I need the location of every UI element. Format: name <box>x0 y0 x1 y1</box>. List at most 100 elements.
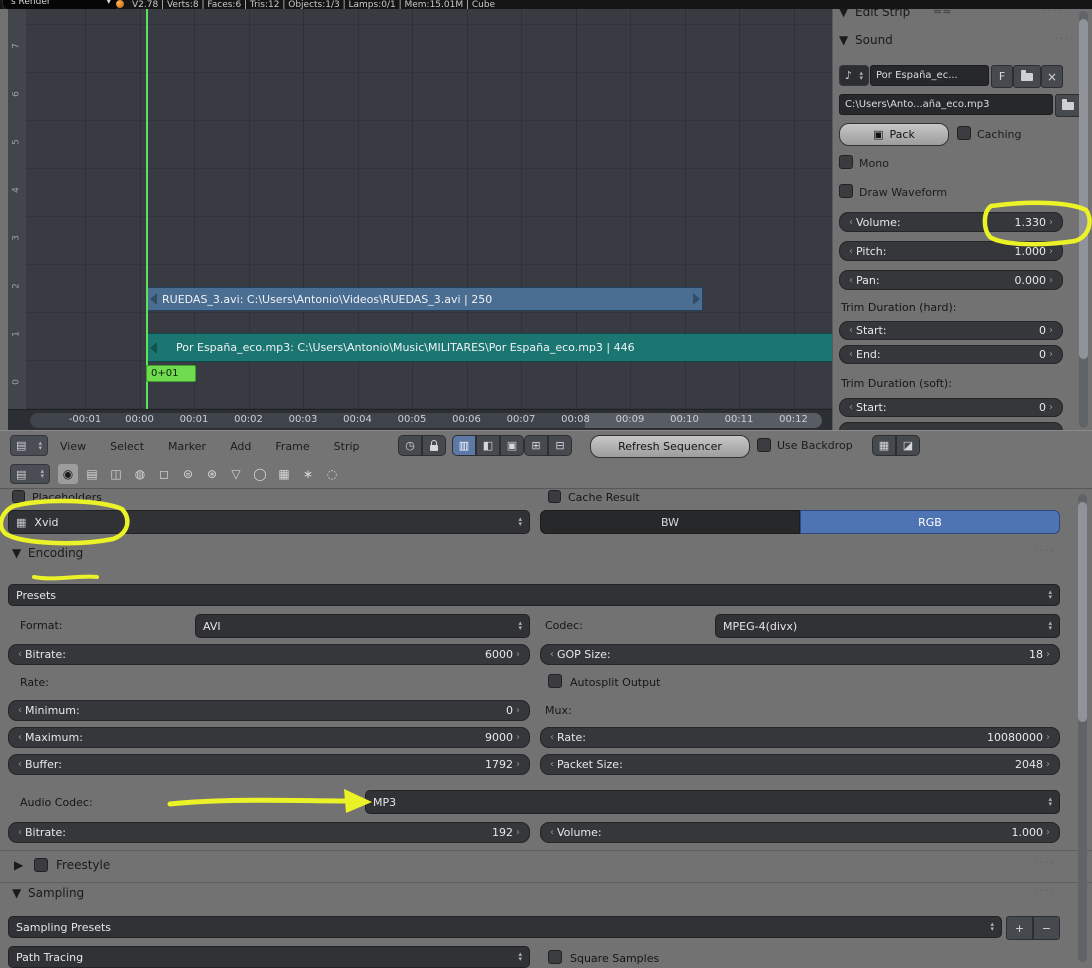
tab-material-icon[interactable]: ◯ <box>250 464 270 484</box>
sound-panel-title[interactable]: Sound <box>855 33 893 47</box>
tab-world-icon[interactable]: ◍ <box>130 464 150 484</box>
pack-button[interactable]: ▣ Pack <box>839 123 949 146</box>
format-dropdown[interactable]: AVI ▴ ▾ <box>195 614 530 638</box>
zoom-out-icon[interactable]: ⊟ <box>548 435 572 456</box>
tab-particles-icon[interactable]: ∗ <box>298 464 318 484</box>
buffer-slider[interactable]: ‹ Buffer: 1792 › <box>8 754 530 775</box>
menu-select[interactable]: Select <box>110 440 144 453</box>
panel-grip[interactable]: ···· <box>1035 886 1056 897</box>
file-format-dropdown[interactable]: ▦ Xvid ▴ ▾ <box>8 510 530 534</box>
clapperboard-icon[interactable]: ▦ <box>872 435 896 456</box>
sound-datablock-dropdown[interactable]: ♪ ▴ ▾ <box>839 65 869 86</box>
freestyle-title[interactable]: Freestyle <box>56 858 110 872</box>
menu-frame[interactable]: Frame <box>275 440 309 453</box>
pan-slider[interactable]: ‹ Pan: 0.000 › <box>839 270 1063 290</box>
panel-grip[interactable]: ···· <box>1055 34 1076 45</box>
encoding-presets-dropdown[interactable]: Presets ▴ ▾ <box>8 584 1060 606</box>
tab-physics-icon[interactable]: ◌ <box>322 464 342 484</box>
menu-strip[interactable]: Strip <box>334 440 360 453</box>
tab-data-icon[interactable]: ▽ <box>226 464 246 484</box>
placeholders-checkbox[interactable] <box>12 490 25 503</box>
strip-left-handle[interactable] <box>150 341 157 354</box>
bitrate-slider[interactable]: ‹ Bitrate: 6000 › <box>8 644 530 665</box>
minimum-slider[interactable]: ‹ Minimum: 0 › <box>8 700 530 721</box>
scrollbar-thumb[interactable] <box>1079 19 1088 359</box>
packet-size-slider[interactable]: ‹ Packet Size: 2048 › <box>540 754 1060 775</box>
autosplit-checkbox[interactable] <box>548 674 562 688</box>
properties-scrollbar[interactable] <box>1078 494 1087 962</box>
tab-object-icon[interactable]: ◻ <box>154 464 174 484</box>
sequencer-view-icon[interactable]: ▥ <box>452 435 476 456</box>
scrollbar-thumb[interactable] <box>1078 502 1087 722</box>
remove-preset-button[interactable]: − <box>1033 916 1060 940</box>
playback-clock-icon[interactable]: ◷ <box>398 435 422 456</box>
audio-strip[interactable]: Por España_eco.mp3: C:\Users\Antonio\Mus… <box>147 333 832 362</box>
sequencer-timeline[interactable]: 7 6 5 4 3 2 1 0 RUEDAS_3.avi: C:\Users\Antonio\… <box>8 9 832 431</box>
audio-bitrate-slider[interactable]: ‹ Bitrate: 192 › <box>8 822 530 843</box>
draw-waveform-checkbox[interactable] <box>839 184 853 198</box>
preview-view-icon[interactable]: ◧ <box>476 435 500 456</box>
mux-rate-slider[interactable]: ‹ Rate: 10080000 › <box>540 727 1060 748</box>
unlink-button[interactable]: × <box>1041 65 1063 88</box>
use-backdrop-checkbox[interactable] <box>757 438 771 452</box>
volume-slider[interactable]: ‹ Volume: 1.330 › <box>839 212 1063 232</box>
playhead[interactable] <box>146 9 148 409</box>
browse-file-button[interactable] <box>1055 94 1081 117</box>
tab-texture-icon[interactable]: ▦ <box>274 464 294 484</box>
sampling-title[interactable]: Sampling <box>28 886 84 900</box>
sound-panel-scrollbar[interactable] <box>1079 11 1088 428</box>
integrator-dropdown[interactable]: Path Tracing ▴ ▾ <box>8 946 530 968</box>
render-engine-dropdown[interactable]: s Render ▾ <box>2 0 120 9</box>
encoding-triangle-icon[interactable]: ▼ <box>12 546 21 560</box>
strip-right-handle[interactable] <box>693 293 700 305</box>
timeline-ruler[interactable]: -00:01 00:00 00:01 00:02 00:03 00:04 00:05 00:0… <box>8 409 832 431</box>
image-icon[interactable]: ◪ <box>896 435 920 456</box>
audio-volume-slider[interactable]: ‹ Volume: 1.000 › <box>540 822 1060 843</box>
mono-checkbox[interactable] <box>839 155 853 169</box>
strip-left-handle[interactable] <box>150 293 157 305</box>
tab-render-icon[interactable]: ◉ <box>58 464 78 484</box>
tab-constraints-icon[interactable]: ⊜ <box>178 464 198 484</box>
sampling-presets-dropdown[interactable]: Sampling Presets ▴ ▾ <box>8 916 1002 938</box>
trim-hard-end-field[interactable]: ‹ End: 0 › <box>839 345 1063 364</box>
timeline-grid[interactable]: RUEDAS_3.avi: C:\Users\Antonio\Videos\RU… <box>26 9 832 409</box>
add-preset-button[interactable]: + <box>1006 916 1033 940</box>
video-strip[interactable]: RUEDAS_3.avi: C:\Users\Antonio\Videos\RU… <box>147 287 703 311</box>
edit-strip-title[interactable]: Edit Strip <box>855 9 910 19</box>
freestyle-checkbox[interactable] <box>34 858 48 872</box>
editor-type-dropdown[interactable]: ▤ ▴ ▾ <box>10 435 48 456</box>
tab-modifiers-icon[interactable]: ⊛ <box>202 464 222 484</box>
codec-dropdown[interactable]: MPEG-4(divx) ▴ ▾ <box>715 614 1060 638</box>
sound-triangle-icon[interactable]: ▼ <box>839 33 848 47</box>
menu-add[interactable]: Add <box>230 440 251 453</box>
trim-soft-start-field[interactable]: ‹ Start: 0 › <box>839 398 1063 417</box>
trim-soft-end-field-partial[interactable] <box>839 422 1063 430</box>
refresh-sequencer-button[interactable]: Refresh Sequencer <box>590 435 750 458</box>
caching-checkbox[interactable] <box>957 126 971 140</box>
sampling-triangle-icon[interactable]: ▼ <box>12 886 21 900</box>
editor-type-dropdown[interactable]: ▤ ▴ ▾ <box>10 464 50 484</box>
zoom-in-icon[interactable]: ⊞ <box>524 435 548 456</box>
bw-button[interactable]: BW <box>540 510 800 534</box>
menu-view[interactable]: View <box>60 440 86 453</box>
sound-name-field[interactable]: Por España_ec... <box>870 65 989 86</box>
maximum-slider[interactable]: ‹ Maximum: 9000 › <box>8 727 530 748</box>
sound-filepath-field[interactable]: C:\Users\Anto...aña_eco.mp3 <box>839 94 1053 115</box>
audio-codec-dropdown[interactable]: MP3 ▴ ▾ <box>365 790 1060 814</box>
square-samples-checkbox[interactable] <box>548 950 562 964</box>
gop-size-slider[interactable]: ‹ GOP Size: 18 › <box>540 644 1060 665</box>
edit-strip-triangle-icon[interactable]: ▼ <box>839 9 848 19</box>
panel-grip[interactable]: ···· <box>1043 9 1064 17</box>
lock-icon[interactable] <box>422 435 446 456</box>
tab-scene-icon[interactable]: ◫ <box>106 464 126 484</box>
freestyle-triangle-icon[interactable]: ▶ <box>14 858 23 872</box>
trim-hard-start-field[interactable]: ‹ Start: 0 › <box>839 321 1063 340</box>
rgb-button[interactable]: RGB <box>800 510 1060 534</box>
pitch-slider[interactable]: ‹ Pitch: 1.000 › <box>839 241 1063 261</box>
open-file-button[interactable] <box>1013 65 1041 88</box>
panel-grip[interactable]: ···· <box>1035 858 1056 869</box>
fake-user-button[interactable]: F <box>991 65 1013 88</box>
encoding-title[interactable]: Encoding <box>28 546 83 560</box>
menu-marker[interactable]: Marker <box>168 440 206 453</box>
both-view-icon[interactable]: ▣ <box>500 435 524 456</box>
